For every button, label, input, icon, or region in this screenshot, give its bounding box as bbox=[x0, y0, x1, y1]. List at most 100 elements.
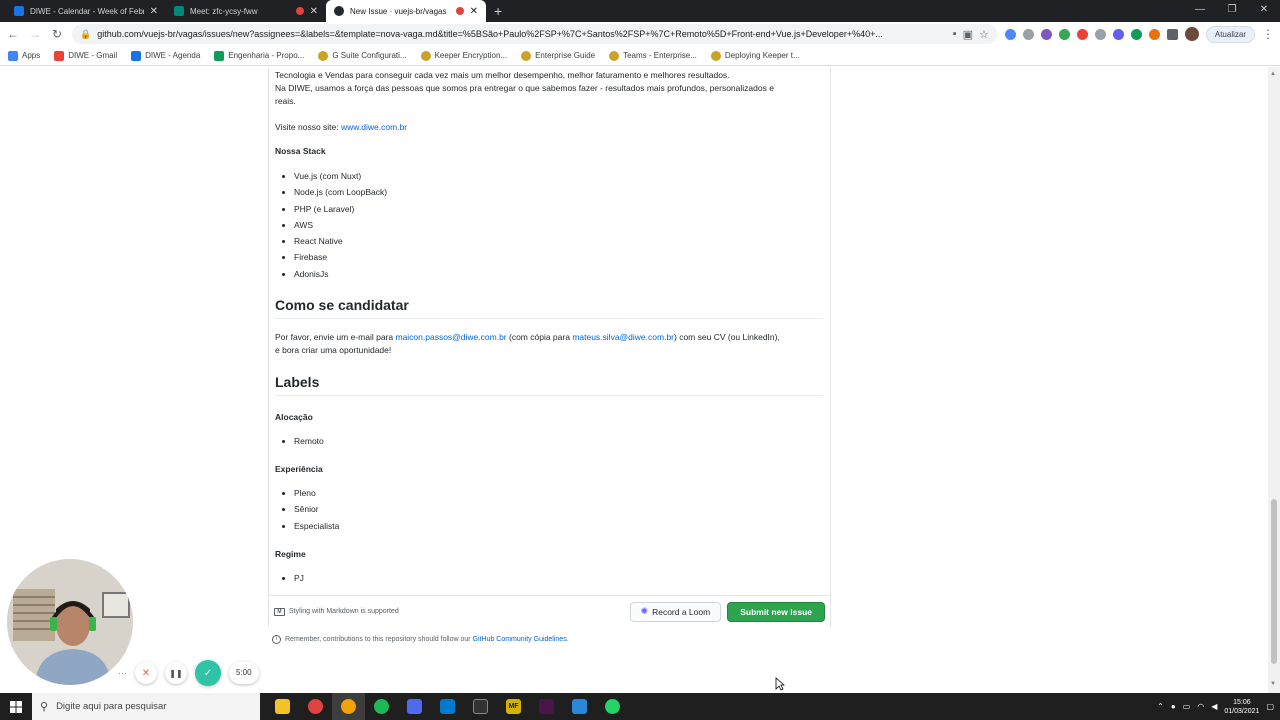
markdown-note-text: Styling with Markdown is supported bbox=[289, 608, 399, 615]
bookmark-agenda[interactable]: DIWE - Agenda bbox=[131, 50, 200, 61]
minimize-icon[interactable]: — bbox=[1184, 0, 1216, 22]
windows-taskbar: ⚲ Digite aqui para pesquisar MF ⌃ ● ▭ ◠ … bbox=[0, 693, 1280, 720]
extension-icon[interactable] bbox=[1076, 28, 1088, 40]
list-item: PHP (e Laravel) bbox=[294, 201, 825, 217]
camera-icon[interactable]: ▪ bbox=[953, 28, 957, 40]
taskbar-app-mf[interactable]: MF bbox=[497, 693, 530, 720]
close-icon[interactable]: ✕ bbox=[150, 6, 158, 17]
bookmark-keeper-encryption[interactable]: Keeper Encryption... bbox=[420, 50, 507, 61]
extension-icon[interactable] bbox=[1148, 28, 1160, 40]
finish-recording-icon[interactable]: ✓ bbox=[195, 660, 221, 686]
tab-meet[interactable]: Meet: zfc-ycsy-fww ✕ bbox=[166, 0, 326, 22]
tab-new-issue[interactable]: New Issue · vuejs-br/vagas ✕ bbox=[326, 0, 486, 22]
extension-icon[interactable] bbox=[1004, 28, 1016, 40]
chrome-icon bbox=[341, 699, 356, 714]
bookmark-gsuite[interactable]: G Suite Configurati... bbox=[318, 50, 407, 61]
volume-icon[interactable]: ◀ bbox=[1211, 702, 1217, 711]
back-icon[interactable]: ← bbox=[6, 27, 20, 41]
taskbar-app-slack[interactable] bbox=[530, 693, 563, 720]
reload-icon[interactable]: ↻ bbox=[50, 27, 64, 41]
site-link[interactable]: www.diwe.com.br bbox=[341, 122, 407, 132]
extension-icon[interactable] bbox=[1112, 28, 1124, 40]
wifi-icon[interactable]: ◠ bbox=[1197, 702, 1204, 711]
taskbar-app-spotify[interactable] bbox=[365, 693, 398, 720]
bookmark-teams[interactable]: Teams - Enterprise... bbox=[609, 50, 697, 61]
forward-icon[interactable]: → bbox=[28, 27, 42, 41]
taskbar-app-explorer[interactable] bbox=[266, 693, 299, 720]
bookmark-apps[interactable]: Apps bbox=[8, 50, 40, 61]
puzzle-icon[interactable] bbox=[1166, 28, 1178, 40]
taskbar-app-notes[interactable] bbox=[563, 693, 596, 720]
taskbar-app-vscode[interactable] bbox=[431, 693, 464, 720]
record-loom-label: Record a Loom bbox=[652, 606, 711, 617]
start-button[interactable] bbox=[0, 693, 32, 720]
extension-icon[interactable] bbox=[1094, 28, 1106, 40]
close-icon[interactable]: ✕ bbox=[470, 6, 478, 17]
contribution-guidelines-note: i Remember, contributions to this reposi… bbox=[272, 635, 569, 644]
bookmark-engenharia[interactable]: Engenharia - Propo... bbox=[214, 50, 304, 61]
experiencia-list: Pleno Sênior Especialista bbox=[275, 485, 825, 534]
network-icon[interactable]: ▭ bbox=[1183, 702, 1191, 711]
tab-calendar[interactable]: DIWE - Calendar - Week of Febr ✕ bbox=[6, 0, 166, 22]
taskbar-app-whatsapp[interactable] bbox=[596, 693, 629, 720]
issue-form-footer: M Styling with Markdown is supported ✺ R… bbox=[268, 595, 831, 627]
chevron-up-icon[interactable]: ⌃ bbox=[1157, 702, 1164, 711]
apply-line: Por favor, envie um e-mail para maicon.p… bbox=[275, 331, 825, 344]
bookmark-enterprise-guide[interactable]: Enterprise Guide bbox=[521, 50, 595, 61]
pause-recording-icon[interactable]: ❚❚ bbox=[165, 662, 187, 684]
taskbar-app-tool[interactable] bbox=[398, 693, 431, 720]
microphone-icon[interactable]: ● bbox=[1171, 702, 1176, 711]
taskbar-app-terminal[interactable] bbox=[464, 693, 497, 720]
cancel-recording-icon[interactable]: ✕ bbox=[135, 662, 157, 684]
recording-indicator-icon bbox=[455, 7, 464, 15]
page-scrollbar[interactable]: ▲ ▼ bbox=[1268, 67, 1280, 693]
calendar-favicon-icon bbox=[14, 6, 24, 16]
submit-issue-button[interactable]: Submit new issue bbox=[727, 601, 825, 622]
restore-icon[interactable]: ❐ bbox=[1216, 0, 1248, 22]
bookmark-star-icon[interactable]: ☆ bbox=[979, 28, 989, 41]
more-options-icon[interactable]: ··· bbox=[118, 668, 127, 678]
scroll-up-icon[interactable]: ▲ bbox=[1270, 71, 1276, 77]
keeper-icon bbox=[710, 50, 721, 61]
new-tab-button[interactable]: + bbox=[494, 3, 502, 19]
notifications-icon[interactable]: ▢ bbox=[1266, 702, 1274, 711]
email-link[interactable]: mateus.silva@diwe.com.br bbox=[572, 332, 674, 342]
github-favicon-icon bbox=[334, 6, 344, 16]
scroll-down-icon[interactable]: ▼ bbox=[1270, 681, 1276, 687]
intro-line: reais. bbox=[275, 96, 296, 106]
webcam-bubble[interactable] bbox=[7, 559, 133, 685]
menu-icon[interactable]: ⋮ bbox=[1262, 27, 1274, 41]
clock-date: 01/03/2021 bbox=[1224, 707, 1260, 715]
record-loom-button[interactable]: ✺ Record a Loom bbox=[629, 601, 722, 622]
taskbar-search[interactable]: ⚲ Digite aqui para pesquisar bbox=[32, 693, 260, 720]
webcam-feed-image bbox=[7, 559, 133, 685]
search-icon: ⚲ bbox=[40, 701, 49, 713]
keeper-icon bbox=[420, 50, 431, 61]
email-link[interactable]: maicon.passos@diwe.com.br bbox=[395, 332, 506, 342]
close-window-icon[interactable]: ✕ bbox=[1248, 0, 1280, 22]
remember-suffix: . bbox=[566, 636, 569, 643]
meet-favicon-icon bbox=[174, 6, 184, 16]
profile-avatar[interactable] bbox=[1184, 27, 1199, 41]
close-icon[interactable]: ✕ bbox=[310, 6, 318, 17]
taskbar-clock[interactable]: 15:06 01/03/2021 bbox=[1224, 698, 1259, 716]
update-button[interactable]: Atualizar bbox=[1205, 25, 1255, 43]
loom-icon: ✺ bbox=[640, 606, 649, 616]
apply-text: (com cópia para bbox=[506, 332, 573, 342]
bookmark-deploying-keeper[interactable]: Deploying Keeper t... bbox=[710, 50, 800, 61]
translate-icon[interactable]: ▣ bbox=[963, 28, 973, 41]
url-text: github.com/vuejs-br/vagas/issues/new?ass… bbox=[97, 29, 883, 39]
address-bar[interactable]: 🔒 github.com/vuejs-br/vagas/issues/new?a… bbox=[72, 24, 997, 44]
scroll-thumb[interactable] bbox=[1271, 499, 1277, 664]
extension-icon[interactable] bbox=[1022, 28, 1034, 40]
list-item: PJ bbox=[294, 570, 825, 586]
taskbar-app-chrome[interactable] bbox=[299, 693, 332, 720]
extension-icon[interactable] bbox=[1058, 28, 1070, 40]
taskbar-app-chrome-profile[interactable] bbox=[332, 693, 365, 720]
bookmark-gmail[interactable]: DIWE - Gmail bbox=[54, 50, 117, 61]
guidelines-link[interactable]: GitHub Community Guidelines bbox=[473, 636, 567, 643]
extension-icon[interactable] bbox=[1040, 28, 1052, 40]
chrome-icon bbox=[308, 699, 323, 714]
extension-icon[interactable] bbox=[1130, 28, 1142, 40]
tab-title: DIWE - Calendar - Week of Febr bbox=[30, 6, 144, 16]
